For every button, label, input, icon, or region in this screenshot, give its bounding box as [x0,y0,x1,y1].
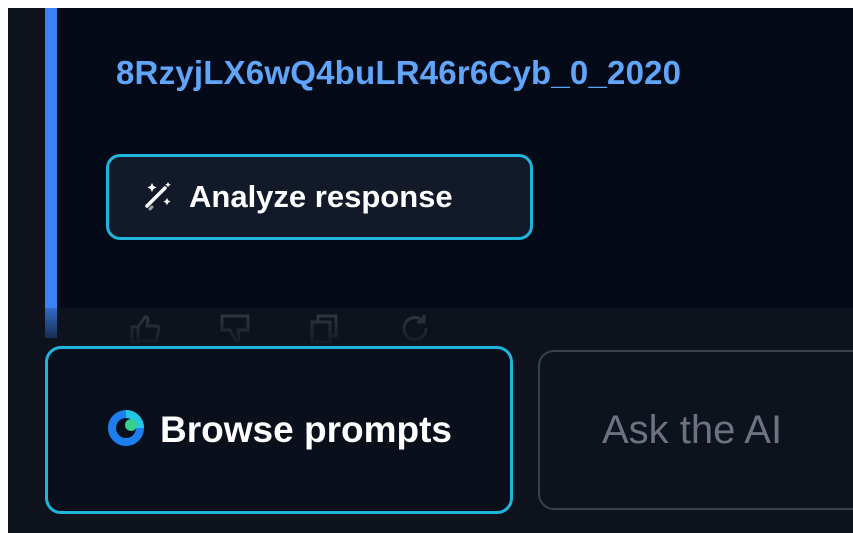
prompts-logo-icon [106,408,146,453]
browse-prompts-label: Browse prompts [160,409,452,450]
message-link[interactable]: 8RzyjLX6wQ4buLR46r6Cyb_0_2020 [116,54,681,92]
message-accent-bar [45,8,57,338]
analyze-response-label: Analyze response [189,179,453,214]
ask-ai-input[interactable] [538,350,853,510]
composer-fade [8,308,853,348]
analyze-response-button[interactable]: Analyze response [106,154,533,240]
chat-panel: 8RzyjLX6wQ4buLR46r6Cyb_0_2020 Analyze re… [8,8,853,533]
magic-wand-icon [141,178,175,217]
browse-prompts-button[interactable]: Browse prompts [45,346,513,514]
